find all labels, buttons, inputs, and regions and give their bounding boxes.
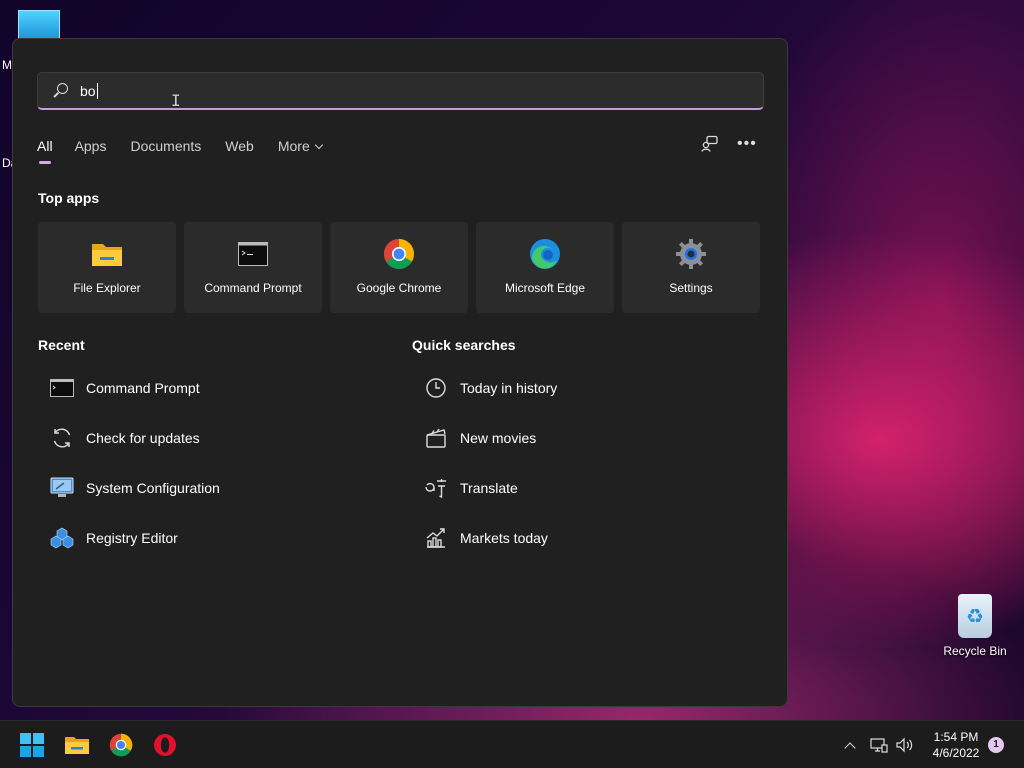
notification-badge[interactable]: 1	[988, 737, 1004, 753]
terminal-icon	[237, 238, 269, 270]
system-tray	[844, 721, 914, 768]
search-account-icon[interactable]	[701, 135, 719, 153]
list-item-label: Markets today	[460, 530, 548, 546]
taskbar: 1:54 PM 4/6/2022 1	[0, 720, 1024, 768]
recent-heading: Recent	[38, 337, 85, 353]
chrome-icon	[383, 238, 415, 270]
taskbar-opera[interactable]	[147, 729, 183, 761]
list-item[interactable]: New movies	[412, 413, 752, 463]
list-item-label: Translate	[460, 480, 518, 496]
start-button[interactable]	[14, 729, 50, 761]
list-item[interactable]: Markets today	[412, 513, 752, 563]
chevron-down-icon	[314, 140, 323, 150]
app-tile-microsoft-edge[interactable]: Microsoft Edge	[476, 222, 614, 313]
network-icon[interactable]	[870, 737, 888, 753]
translate-icon	[424, 476, 448, 500]
tab-all[interactable]: All	[37, 137, 53, 165]
list-item-label: Today in history	[460, 380, 558, 396]
tab-more-label: More	[277, 138, 310, 154]
recycle-bin-icon: ♻	[958, 594, 992, 638]
refresh-icon	[50, 426, 74, 450]
app-tile-file-explorer[interactable]: File Explorer	[38, 222, 176, 313]
list-item[interactable]: System Configuration	[38, 463, 378, 513]
system-config-icon	[50, 476, 74, 500]
list-item-label: Check for updates	[86, 430, 200, 446]
search-filter-tabs: All Apps Documents Web More	[37, 137, 346, 167]
chevron-up-icon[interactable]	[844, 742, 856, 754]
chrome-icon	[109, 733, 133, 757]
search-icon	[52, 82, 68, 99]
gear-icon	[675, 238, 707, 270]
list-item[interactable]: Translate	[412, 463, 752, 513]
recent-list: Command Prompt Check for updates System …	[38, 363, 378, 563]
list-item-label: Command Prompt	[86, 380, 200, 396]
taskbar-clock[interactable]: 1:54 PM 4/6/2022	[920, 729, 992, 761]
top-apps-list: File Explorer Command Prompt Google Chro…	[38, 222, 760, 313]
list-item-label: System Configuration	[86, 480, 220, 496]
list-item[interactable]: Today in history	[412, 363, 752, 413]
tab-apps[interactable]: Apps	[75, 137, 107, 165]
app-label: Command Prompt	[204, 281, 302, 295]
taskbar-chrome[interactable]	[103, 729, 139, 761]
list-item-label: Registry Editor	[86, 530, 178, 546]
tab-more[interactable]: More	[277, 137, 323, 165]
search-input[interactable]: bo	[37, 72, 764, 110]
more-options-icon[interactable]: •••	[737, 135, 757, 153]
folder-icon	[65, 737, 89, 754]
app-tile-command-prompt[interactable]: Command Prompt	[184, 222, 322, 313]
opera-icon	[154, 734, 176, 756]
edge-icon	[529, 238, 561, 270]
app-label: Microsoft Edge	[504, 281, 586, 295]
desktop-label-fragment: M	[2, 58, 12, 72]
taskbar-file-explorer[interactable]	[59, 729, 95, 761]
top-apps-heading: Top apps	[38, 190, 100, 206]
quick-searches-list: Today in history New movies Translate Ma…	[412, 363, 752, 563]
windows-logo-icon	[20, 733, 44, 757]
clock-date: 4/6/2022	[932, 746, 980, 760]
list-item[interactable]: Check for updates	[38, 413, 378, 463]
clock-time: 1:54 PM	[933, 730, 979, 744]
list-item[interactable]: Command Prompt	[38, 363, 378, 413]
chart-icon	[424, 526, 448, 550]
list-item-label: New movies	[460, 430, 537, 446]
recycle-bin-label: Recycle Bin	[943, 644, 1007, 658]
clapperboard-icon	[424, 426, 448, 450]
app-label: Google Chrome	[356, 281, 442, 295]
tab-web[interactable]: Web	[225, 137, 254, 165]
app-label: Settings	[669, 281, 713, 295]
app-tile-settings[interactable]: Settings	[622, 222, 760, 313]
recycle-bin-desktop-icon[interactable]: ♻ Recycle Bin	[940, 594, 1010, 658]
volume-icon[interactable]	[896, 737, 914, 753]
app-tile-google-chrome[interactable]: Google Chrome	[330, 222, 468, 313]
quick-searches-heading: Quick searches	[412, 337, 516, 353]
registry-icon	[50, 526, 74, 550]
tab-documents[interactable]: Documents	[130, 137, 201, 165]
search-flyout: bo I All Apps Documents Web More ••• Top…	[12, 38, 788, 707]
app-label: File Explorer	[73, 281, 141, 295]
clock-icon	[424, 376, 448, 400]
terminal-icon	[50, 376, 74, 400]
list-item[interactable]: Registry Editor	[38, 513, 378, 563]
folder-icon	[91, 238, 123, 270]
mouse-ibeam-cursor: I	[171, 91, 181, 110]
search-query-text[interactable]: bo	[80, 82, 98, 99]
